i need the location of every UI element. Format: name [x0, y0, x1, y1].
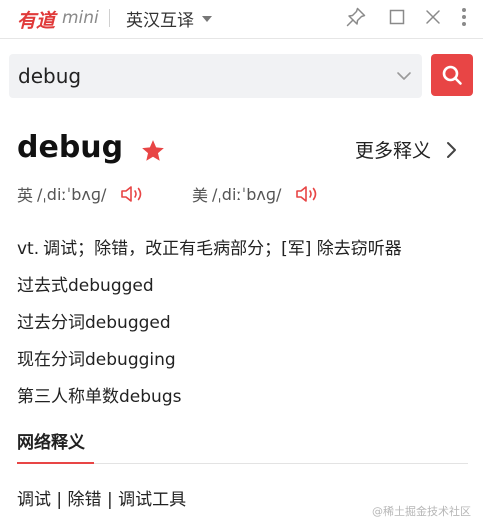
close-icon[interactable]: [421, 5, 445, 29]
search-box: [9, 54, 422, 98]
speaker-icon[interactable]: [120, 184, 146, 204]
phonetic-region: 英: [17, 186, 34, 205]
chevron-down-icon[interactable]: [395, 69, 413, 83]
word-form: 第三人称单数debugs: [17, 387, 182, 407]
brand-logo: 有道: [17, 10, 56, 32]
word-form: 过去式debugged: [17, 276, 154, 296]
brand-mini-label: mini: [62, 8, 99, 28]
maximize-icon[interactable]: [385, 5, 409, 29]
part-of-speech: vt.: [17, 239, 40, 259]
headword: debug: [17, 130, 124, 165]
web-definitions-tab[interactable]: 网络释义: [17, 428, 85, 453]
word-form: 现在分词debugging: [17, 350, 176, 370]
definition-line: vt. 调试；除错，改正有毛病部分；[军] 除去窃听器: [17, 234, 402, 259]
search-icon: [442, 65, 462, 85]
search-button[interactable]: [431, 54, 473, 96]
phonetic-uk: 英 /ˌdiːˈbʌɡ/: [17, 182, 146, 206]
caret-down-icon: [202, 16, 212, 22]
watermark: @稀土掘金技术社区: [372, 503, 471, 519]
more-vertical-icon[interactable]: [452, 5, 476, 29]
title-separator: [0, 38, 483, 39]
active-tab-indicator: [17, 462, 94, 464]
speaker-icon[interactable]: [295, 184, 321, 204]
title-divider: [109, 9, 110, 27]
title-bar: 有道 mini 英汉互译: [0, 0, 483, 38]
more-definitions-link[interactable]: 更多释义: [355, 136, 457, 163]
definition-text: 调试；除错，改正有毛病部分；[军] 除去窃听器: [43, 239, 402, 259]
language-mode-label: 英汉互译: [126, 10, 194, 31]
phonetic-text: /ˌdiːˈbʌɡ/: [212, 184, 282, 204]
chevron-right-icon: [447, 141, 457, 158]
star-icon[interactable]: [140, 138, 166, 168]
phonetic-us: 美 /ˌdiːˈbʌɡ/: [192, 182, 321, 206]
watermark-text: @稀土掘金技术社区: [372, 505, 471, 518]
search-input[interactable]: [18, 54, 388, 98]
phonetic-region: 美: [192, 186, 209, 205]
more-definitions-label: 更多释义: [355, 140, 432, 162]
web-definitions-text: 调试 | 除错 | 调试工具: [17, 490, 187, 510]
pin-icon[interactable]: [344, 5, 368, 29]
phonetic-text: /ˌdiːˈbʌɡ/: [37, 184, 107, 204]
language-mode-select[interactable]: 英汉互译: [126, 6, 212, 31]
word-form: 过去分词debugged: [17, 313, 171, 333]
